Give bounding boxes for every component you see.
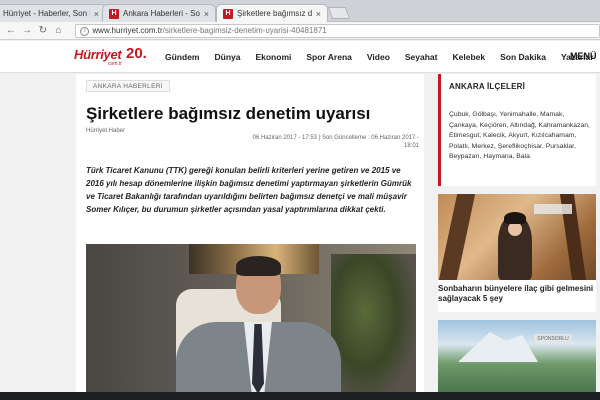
new-tab-button[interactable] xyxy=(327,7,351,19)
nav-item-kelebek[interactable]: Kelebek xyxy=(453,52,486,62)
sponsor-badge xyxy=(534,204,572,214)
tab-title: Ankara Haberleri - Son D xyxy=(123,9,200,18)
date-published: 06 Haziran 2017 - 17:53 xyxy=(252,135,318,141)
article-dates: 06 Haziran 2017 - 17:53 | Son Güncelleme… xyxy=(252,135,419,149)
category-label[interactable]: ANKARA HABERLERİ xyxy=(86,80,170,92)
sidebar-sponsored-card[interactable]: SPONSORLU xyxy=(438,320,596,400)
date-updated: Son Güncelleme : 06 Haziran 2017 - 18:01 xyxy=(321,135,419,149)
site-logo-sub: com.tr xyxy=(108,61,122,67)
hurriyet-favicon-icon: H xyxy=(223,8,233,19)
districts-list[interactable]: Çubuk, Gölbaşı, Yenimahalle, Mamak, Çank… xyxy=(449,110,594,163)
article-source: Hürriyet Haber xyxy=(86,128,126,134)
article: ANKARA HABERLERİ Şirketlere bağımsız den… xyxy=(76,74,424,400)
sidebar: ANKARA İLÇELERİ Çubuk, Gölbaşı, Yenimaha… xyxy=(438,74,600,400)
tab-title: Hürriyet - Haberler, Son D xyxy=(3,9,90,18)
news-card-image xyxy=(438,194,596,280)
article-headline: Şirketlere bağımsız denetim uyarısı xyxy=(86,104,371,123)
info-icon[interactable]: i xyxy=(80,26,90,36)
browser-tab-strip: Hürriyet - Haberler, Son D × H Ankara Ha… xyxy=(0,0,600,22)
browser-toolbar: ← → ↻ ⌂ i www.hurriyet.com.tr/sirketlere… xyxy=(0,22,600,40)
site-header: Hürriyet com.tr 20. Gündem Dünya Ekonomi… xyxy=(0,41,600,73)
forward-arrow-icon[interactable]: → xyxy=(22,25,32,36)
tab-ankara-haberleri[interactable]: H Ankara Haberleri - Son D × xyxy=(102,4,216,22)
url-host: www.hurriyet.com.tr xyxy=(92,26,163,35)
close-icon[interactable]: × xyxy=(316,9,321,19)
image-hat xyxy=(504,212,526,224)
home-icon[interactable]: ⌂ xyxy=(54,25,64,36)
sidebar-news-card[interactable]: Sonbaharın bünyelere ilaç gibi gelmesini… xyxy=(438,194,596,312)
site-logo[interactable]: Hürriyet xyxy=(74,47,122,62)
nav-item-ekonomi[interactable]: Ekonomi xyxy=(255,52,291,62)
page-content: ANKARA HABERLERİ Şirketlere bağımsız den… xyxy=(0,74,600,400)
photo-hair xyxy=(236,256,281,276)
close-icon[interactable]: × xyxy=(94,9,99,19)
article-photo[interactable] xyxy=(86,244,416,400)
nav-item-gundem[interactable]: Gündem xyxy=(165,52,199,62)
news-card-caption: Sonbaharın bünyelere ilaç gibi gelmesini… xyxy=(438,284,594,303)
address-bar[interactable]: i www.hurriyet.com.tr/sirketlere-bagimsi… xyxy=(75,23,600,38)
photo-plant xyxy=(331,254,416,400)
nav-item-dunya[interactable]: Dünya xyxy=(214,52,240,62)
districts-title: ANKARA İLÇELERİ xyxy=(449,82,526,91)
image-face xyxy=(508,222,522,236)
tab-title: Şirketlere bağımsız denetim xyxy=(237,9,312,18)
tab-sirketlere-denetim[interactable]: H Şirketlere bağımsız denetim × xyxy=(216,4,328,22)
sponsor-badge: SPONSORLU xyxy=(534,334,572,344)
image-tree xyxy=(438,194,476,280)
nav-item-son-dakika[interactable]: Son Dakika xyxy=(500,52,546,62)
anniversary-logo: 20. xyxy=(126,45,147,62)
nav-item-seyahat[interactable]: Seyahat xyxy=(405,52,438,62)
nav-item-spor-arena[interactable]: Spor Arena xyxy=(306,52,352,62)
article-spot: Türk Ticaret Kanunu (TTK) gereği konulan… xyxy=(86,166,412,214)
os-taskbar xyxy=(0,392,600,400)
tab-hurriyet-home[interactable]: Hürriyet - Haberler, Son D × xyxy=(0,4,106,22)
hurriyet-favicon-icon: H xyxy=(109,8,119,19)
back-arrow-icon[interactable]: ← xyxy=(6,25,16,36)
close-icon[interactable]: × xyxy=(204,9,209,19)
main-nav: Gündem Dünya Ekonomi Spor Arena Video Se… xyxy=(165,52,594,62)
url-path: /sirketlere-bagimsiz-denetim-uyarisi-404… xyxy=(162,26,327,35)
ankara-districts-box: ANKARA İLÇELERİ Çubuk, Gölbaşı, Yenimaha… xyxy=(438,74,596,186)
menu-button[interactable]: MENÜ xyxy=(570,51,597,61)
nav-item-video[interactable]: Video xyxy=(367,52,390,62)
screen: Hürriyet - Haberler, Son D × H Ankara Ha… xyxy=(0,0,600,400)
reload-icon[interactable]: ↻ xyxy=(38,25,48,36)
